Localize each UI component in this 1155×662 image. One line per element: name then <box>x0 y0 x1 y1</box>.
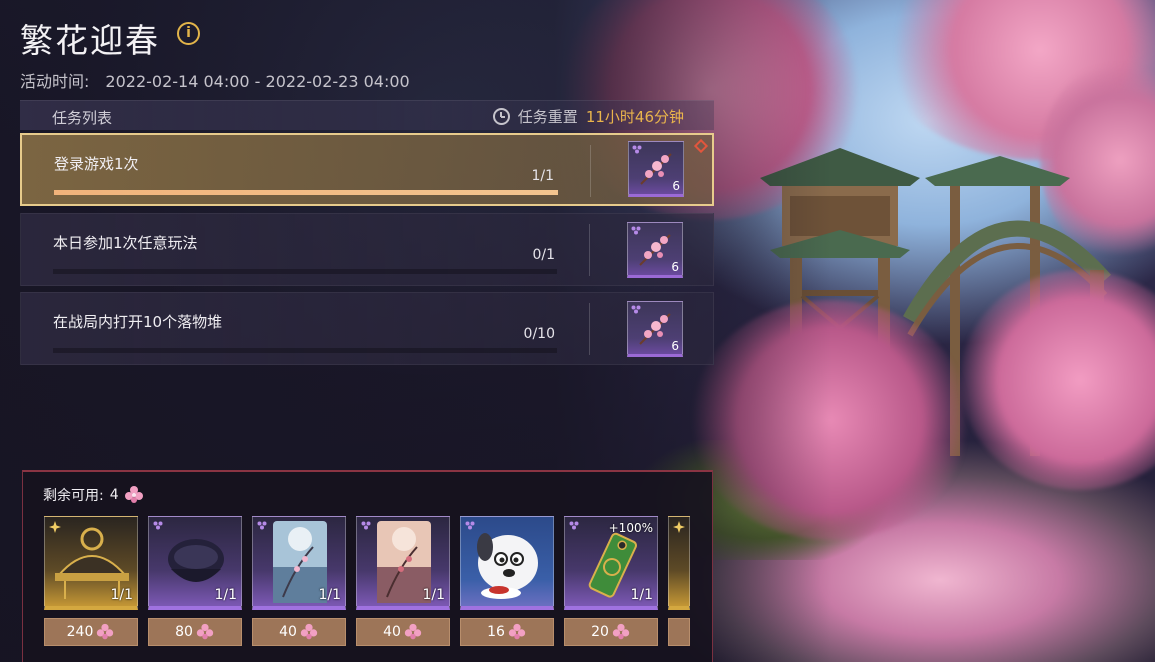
shop-item[interactable]: 1/1 <box>44 516 138 610</box>
info-icon[interactable]: i <box>177 22 200 45</box>
item-price: 80 <box>175 624 193 640</box>
item-qty: 1/1 <box>630 587 653 603</box>
item-price-button-partial[interactable] <box>668 618 690 646</box>
task-count: 1/1 <box>531 168 554 184</box>
task-progress-bar <box>53 269 557 274</box>
cherry-blossom-branch-icon <box>640 153 672 185</box>
cherry-blossom-branch-icon <box>639 313 671 345</box>
reward-qty: 6 <box>671 260 679 274</box>
shop-item-partial[interactable] <box>668 516 690 610</box>
rarity-marker-icon <box>361 521 371 530</box>
rarity-marker-icon <box>465 521 475 530</box>
rarity-marker-icon <box>569 521 579 530</box>
blossom-currency-icon <box>124 486 143 503</box>
dog-emote-icon <box>477 533 538 599</box>
divider <box>590 145 591 197</box>
item-price-button[interactable]: 16 <box>460 618 554 646</box>
task-name: 登录游戏1次 <box>54 155 139 173</box>
item-price-button[interactable]: 240 <box>44 618 138 646</box>
task-reward[interactable]: 6 <box>627 222 683 278</box>
shop-item[interactable] <box>460 516 554 610</box>
remaining-value: 4 <box>109 487 119 503</box>
item-price: 40 <box>383 624 401 640</box>
exchange-shop-panel: 剩余可用: 4 1/1 240 1/1 80 1/1 40 1/1 40 16 … <box>22 470 713 662</box>
shop-item[interactable]: 1/1 <box>148 516 242 610</box>
task-row-loot[interactable]: 在战局内打开10个落物堆 0/10 6 <box>20 292 714 365</box>
blossom-currency-icon <box>300 623 318 640</box>
shop-item[interactable]: 1/1 <box>356 516 450 610</box>
item-price-button[interactable]: 20 <box>564 618 658 646</box>
task-reset-timer: 任务重置 11小时46分钟 <box>492 106 684 127</box>
item-price-button[interactable]: 80 <box>148 618 242 646</box>
item-price: 40 <box>279 624 297 640</box>
new-indicator-icon <box>693 138 709 154</box>
clock-icon <box>492 108 510 125</box>
task-reward[interactable]: 6 <box>628 141 684 197</box>
blossom-currency-icon <box>97 623 114 640</box>
divider <box>589 224 590 276</box>
task-progress-fill <box>54 190 558 195</box>
event-period-label: 活动时间: <box>20 72 90 91</box>
task-name: 本日参加1次任意玩法 <box>53 234 198 252</box>
cherry-blossom-branch-icon <box>639 234 671 266</box>
shop-item[interactable]: 1/1 <box>252 516 346 610</box>
shop-item[interactable]: +100% 1/1 <box>564 516 658 610</box>
task-progress-bar <box>53 348 557 353</box>
item-qty: 1/1 <box>214 587 237 603</box>
item-qty: 1/1 <box>422 587 445 603</box>
divider <box>589 303 590 355</box>
task-name: 在战局内打开10个落物堆 <box>53 313 223 331</box>
blossom-currency-icon <box>404 623 422 640</box>
legendary-marker-icon <box>49 521 61 533</box>
item-price: 16 <box>487 624 505 640</box>
reward-qty: 6 <box>671 339 679 353</box>
task-progress-bar <box>54 190 558 195</box>
item-qty: 1/1 <box>110 587 133 603</box>
rarity-marker-icon <box>153 521 163 530</box>
item-qty: 1/1 <box>318 587 341 603</box>
item-price-button[interactable]: 40 <box>356 618 450 646</box>
remaining-currency: 剩余可用: 4 <box>43 484 145 506</box>
task-row-play[interactable]: 本日参加1次任意玩法 0/1 6 <box>20 213 714 286</box>
item-price: 240 <box>66 624 94 640</box>
reset-time: 11小时46分钟 <box>585 108 684 126</box>
reward-qty: 6 <box>672 179 680 193</box>
event-title: 繁花迎春 <box>20 21 160 60</box>
task-count: 0/10 <box>523 326 555 342</box>
item-price: 20 <box>591 624 609 640</box>
task-reward[interactable]: 6 <box>627 301 683 357</box>
task-count: 0/1 <box>532 247 555 263</box>
task-list-header: 任务列表 任务重置 11小时46分钟 <box>20 100 714 130</box>
item-price-button[interactable]: 40 <box>252 618 346 646</box>
event-period-value: 2022-02-14 04:00 - 2022-02-23 04:00 <box>105 72 410 91</box>
blossom-currency-icon <box>196 623 214 640</box>
task-list-title: 任务列表 <box>52 109 113 127</box>
blossom-currency-icon <box>612 623 630 640</box>
reset-label: 任务重置 <box>517 108 578 126</box>
blossom-currency-icon <box>508 623 526 640</box>
remaining-label: 剩余可用: <box>43 488 104 504</box>
legendary-marker-icon <box>673 521 685 533</box>
task-row-login[interactable]: 登录游戏1次 1/1 6 <box>20 133 714 206</box>
item-bonus: +100% <box>608 521 653 535</box>
event-period: 活动时间: 2022-02-14 04:00 - 2022-02-23 04:00 <box>20 68 410 92</box>
rarity-marker-icon <box>257 521 267 530</box>
